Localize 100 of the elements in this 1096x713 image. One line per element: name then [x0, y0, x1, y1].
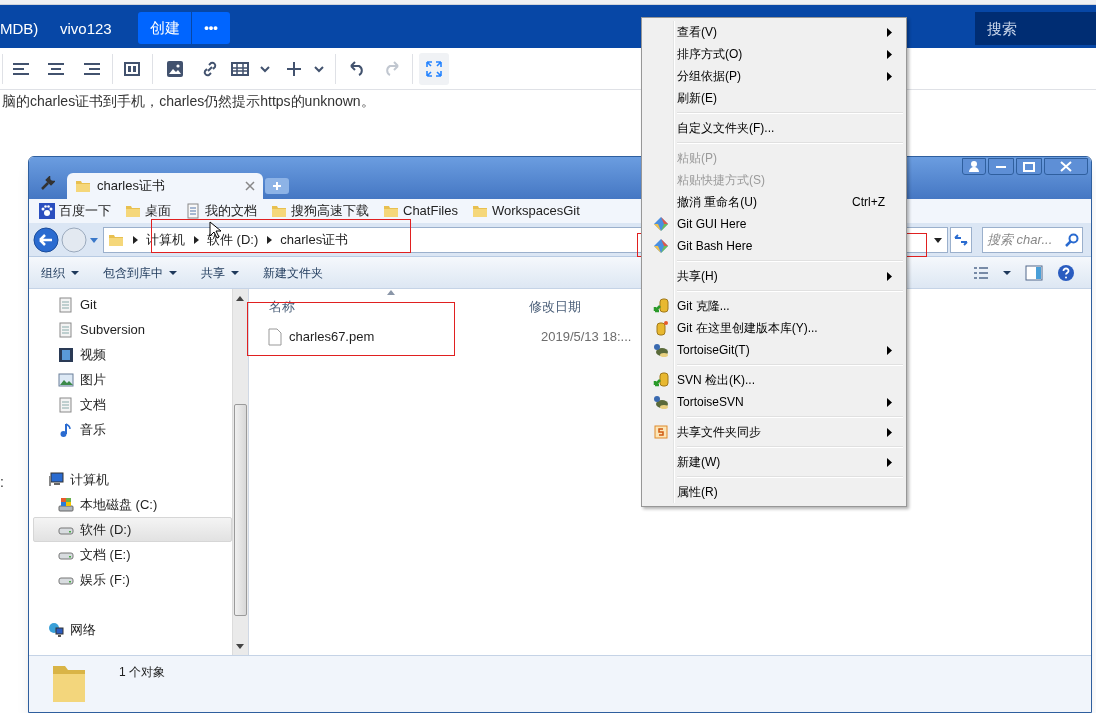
header-link[interactable]: vivo123: [60, 18, 112, 41]
maximize-icon: [1023, 161, 1035, 172]
menu-item[interactable]: 查看(V): [645, 21, 903, 43]
preview-pane-icon[interactable]: [1025, 265, 1043, 281]
menu-item[interactable]: 自定义文件夹(F)...: [645, 117, 903, 139]
nav-item[interactable]: Subversion: [33, 317, 232, 342]
caret-icon[interactable]: [1003, 270, 1011, 276]
tab-title: charles证书: [97, 177, 166, 196]
menu-item[interactable]: 刷新(E): [645, 87, 903, 109]
bookmark-link[interactable]: 百度一下: [39, 201, 111, 221]
plus-icon: [272, 181, 282, 191]
scroll-up-icon[interactable]: [236, 296, 244, 301]
back-icon[interactable]: [33, 226, 59, 253]
undo-icon: [348, 61, 366, 77]
link-icon: [201, 60, 219, 78]
submenu-arrow-icon: [887, 345, 893, 355]
minimize-button[interactable]: [988, 158, 1014, 175]
submenu-arrow-icon: [887, 427, 893, 437]
close-button[interactable]: [1044, 158, 1088, 175]
bookmark-link[interactable]: 桌面: [125, 201, 171, 221]
help-icon[interactable]: [1057, 264, 1075, 282]
folder-icon: [75, 178, 91, 194]
diamond-icon: [653, 238, 669, 254]
table-icon: [231, 61, 271, 77]
new-tab-button[interactable]: [265, 178, 289, 194]
nav-item[interactable]: 文档 (E:): [33, 542, 232, 567]
image-icon: [167, 61, 183, 77]
menu-item[interactable]: 撤消 重命名(U) Ctrl+Z: [645, 191, 903, 213]
nav-item[interactable]: 音乐: [33, 417, 232, 442]
bookmark-link[interactable]: 搜狗高速下载: [271, 201, 369, 221]
scroll-down-icon[interactable]: [236, 644, 244, 649]
menu-item[interactable]: 共享文件夹同步: [645, 421, 903, 443]
toolbar-button[interactable]: 共享: [201, 263, 239, 282]
nav-item[interactable]: 视频: [33, 342, 232, 367]
toolbar-button[interactable]: 组织: [41, 263, 79, 282]
menu-item[interactable]: 新建(W): [645, 451, 903, 473]
bookmark-link[interactable]: WorkspacesGit: [471, 201, 580, 221]
menu-item[interactable]: 属性(R): [645, 481, 903, 503]
menu-item[interactable]: 分组依据(P): [645, 65, 903, 87]
bookmark-link[interactable]: 我的文档: [185, 201, 257, 221]
menu-item[interactable]: Git 克隆...: [645, 295, 903, 317]
nav-item[interactable]: 本地磁盘 (C:): [33, 492, 232, 517]
menu-item[interactable]: SVN 检出(K)...: [645, 369, 903, 391]
sync-icon: [653, 424, 669, 440]
folder-icon: [383, 203, 399, 219]
toolbar-button[interactable]: 包含到库中: [103, 263, 177, 282]
scrollbar-thumb[interactable]: [234, 404, 247, 616]
wrench-icon[interactable]: [39, 176, 55, 192]
diamond-icon: [653, 216, 669, 232]
user-button[interactable]: [962, 158, 986, 175]
refresh-button[interactable]: [950, 226, 972, 253]
search-field[interactable]: 搜索: [975, 12, 1096, 45]
checkout-icon: [653, 372, 669, 388]
view-icon[interactable]: [973, 266, 989, 280]
search-field[interactable]: 搜索 char...: [982, 226, 1083, 253]
document-icon: [185, 203, 201, 219]
nav-item[interactable]: 文档: [33, 392, 232, 417]
file-date: 2019/5/13 18:...: [541, 328, 632, 347]
menu-item[interactable]: TortoiseGit(T): [645, 339, 903, 361]
folder-icon: [125, 203, 141, 219]
folder-icon: [471, 203, 488, 219]
nav-item[interactable]: Git: [33, 292, 232, 317]
nav-item[interactable]: 图片: [33, 367, 232, 392]
fullscreen-icon: [426, 61, 442, 77]
nav-item[interactable]: 网络: [33, 617, 232, 642]
submenu-arrow-icon: [887, 49, 893, 59]
nav-item[interactable]: 软件 (D:): [33, 517, 232, 542]
close-icon[interactable]: [245, 181, 255, 191]
maximize-button[interactable]: [1016, 158, 1042, 175]
header-link[interactable]: MDB): [0, 18, 39, 41]
fullscreen-button[interactable]: [419, 53, 449, 85]
more-button[interactable]: •••: [192, 12, 230, 44]
column-header[interactable]: 修改日期: [529, 297, 581, 317]
caret-icon: [169, 269, 177, 276]
chevron-icon: [132, 235, 138, 244]
scrollbar[interactable]: [232, 289, 248, 655]
submenu-arrow-icon: [887, 27, 893, 37]
file-name: charles67.pem: [289, 328, 376, 347]
nav-item[interactable]: 娱乐 (F:): [33, 567, 232, 592]
windows-drive-icon: [58, 496, 74, 513]
bookmark-link[interactable]: ChatFiles: [383, 201, 458, 221]
breadcrumb-item[interactable]: charles证书: [280, 229, 349, 250]
layout-icon: [124, 62, 140, 76]
menu-item[interactable]: 排序方式(O): [645, 43, 903, 65]
menu-item[interactable]: TortoiseSVN: [645, 391, 903, 413]
submenu-arrow-icon: [887, 71, 893, 81]
computer-icon: [48, 471, 64, 488]
search-icon[interactable]: [1065, 232, 1079, 247]
browser-tab[interactable]: charles证书: [67, 173, 263, 199]
body-text: :: [0, 473, 4, 492]
redo-icon: [383, 61, 401, 77]
dropdown-icon[interactable]: [933, 235, 943, 244]
chevron-icon: [193, 235, 199, 244]
create-button[interactable]: 创建: [138, 12, 191, 44]
toolbar-button[interactable]: 新建文件夹: [263, 263, 323, 282]
menu-item[interactable]: 共享(H): [645, 265, 903, 287]
file-icon: [267, 328, 283, 346]
body-text: 脑的charles证书到手机，charles仍然提示https的unknown。: [2, 92, 375, 111]
nav-item[interactable]: 计算机: [33, 467, 232, 492]
menu-item[interactable]: Git 在这里创建版本库(Y)...: [645, 317, 903, 339]
